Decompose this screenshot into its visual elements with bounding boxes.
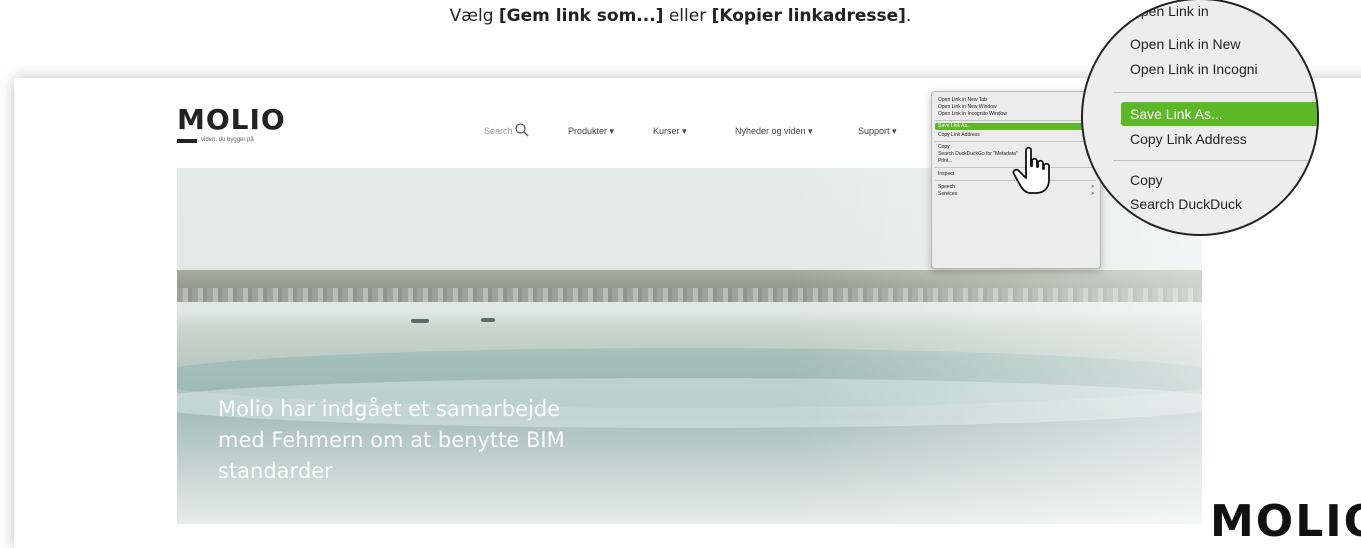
instruction-suffix: .	[905, 6, 912, 26]
zoom-magnifier: Open Link in Open Link in New Open Link …	[1081, 0, 1319, 236]
zoom-item-save-link-as: Save Link As...	[1121, 102, 1317, 126]
hand-pointer-icon	[1012, 146, 1050, 194]
menu-item-open-new-window[interactable]: Open Link in New Window	[938, 104, 997, 110]
zoom-item-open-new: Open Link in New	[1130, 36, 1241, 52]
menu-item-open-new-tab[interactable]: Open Link in New Tab	[938, 97, 987, 103]
submenu-arrow-icon: >	[1091, 191, 1094, 197]
instruction-option-copy: [Kopier linkadresse]	[711, 6, 906, 26]
hero-headline[interactable]: Molio har indgået et samarbejde med Fehm…	[218, 394, 598, 487]
instruction-middle: eller	[663, 6, 712, 26]
zoom-separator	[1113, 160, 1317, 161]
zoom-item-copy: Copy	[1130, 172, 1163, 188]
instruction-prefix: Vælg	[449, 6, 499, 26]
menu-separator	[935, 120, 1096, 121]
menu-item-search-duckduckgo[interactable]: Search DuckDuckGo for "Metadata"	[938, 151, 1018, 157]
nav-item-nyheder[interactable]: Nyheder og viden ▾	[735, 126, 813, 137]
site-logo[interactable]: MOLIO	[177, 106, 286, 134]
zoom-separator	[1113, 92, 1317, 93]
nav-item-support[interactable]: Support ▾	[858, 126, 897, 137]
zoom-item-open-incognito: Open Link in Incogni	[1130, 61, 1258, 77]
instruction-option-save: [Gem link som...]	[498, 6, 664, 26]
zoom-item-search-duckduck: Search DuckDuck	[1130, 196, 1243, 212]
menu-item-print[interactable]: Print...	[938, 158, 952, 164]
site-tagline: viden, du bygger på	[201, 137, 254, 143]
logo-underline	[177, 139, 197, 143]
menu-item-inspect[interactable]: Inspect	[938, 171, 954, 177]
menu-item-open-incognito[interactable]: Open Link in Incognito Window	[938, 111, 1007, 117]
submenu-arrow-icon: >	[1091, 184, 1094, 190]
search-icon[interactable]	[514, 122, 530, 138]
zoom-item-copy-link-address: Copy Link Address	[1130, 131, 1247, 147]
nav-item-produkter[interactable]: Produkter ▾	[568, 126, 614, 137]
nav-item-kurser[interactable]: Kurser ▾	[653, 126, 687, 137]
menu-item-copy-link-address[interactable]: Copy Link Address	[938, 132, 980, 138]
menu-item-services[interactable]: Services	[938, 191, 957, 197]
menu-item-speech[interactable]: Speech	[938, 184, 955, 190]
menu-item-save-link-as[interactable]: Save Link As...	[935, 123, 1095, 130]
menu-separator	[935, 141, 1096, 142]
nav-search-label[interactable]: Search	[484, 126, 513, 136]
zoom-item-open-link-partial: Open Link in	[1130, 3, 1209, 19]
menu-item-copy[interactable]: Copy	[938, 144, 950, 150]
corner-logo: MOLIO	[1210, 496, 1361, 547]
